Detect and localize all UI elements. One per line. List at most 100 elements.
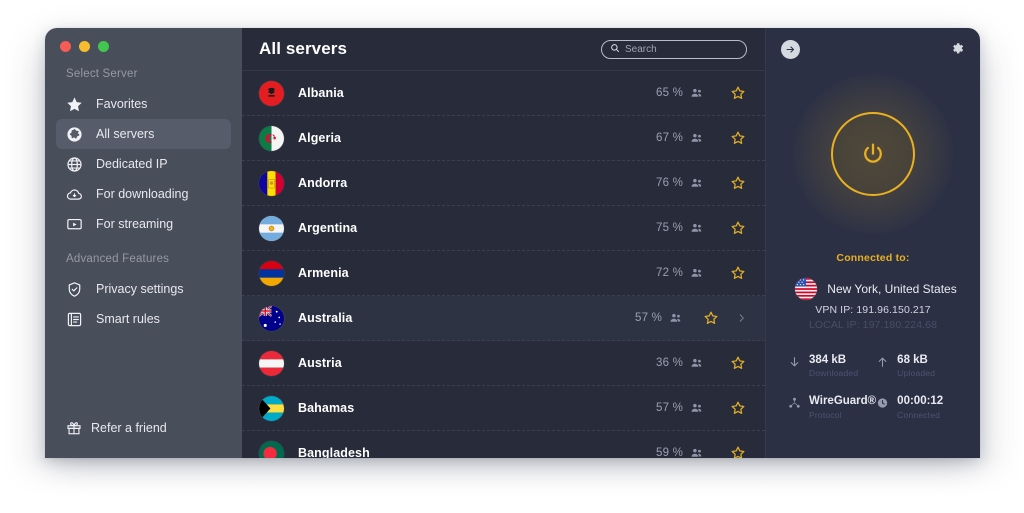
server-load-people-icon xyxy=(669,311,683,325)
table-row[interactable]: Algeria 67 % xyxy=(242,116,765,161)
stat-label: Downloaded xyxy=(809,368,859,379)
chevron-right-icon[interactable] xyxy=(737,311,746,325)
search-box[interactable] xyxy=(601,39,747,59)
sidebar-item-privacy-settings[interactable]: Privacy settings xyxy=(56,274,231,304)
main-header: All servers xyxy=(242,28,765,71)
stat-label: Uploaded xyxy=(897,368,936,379)
power-button-area xyxy=(793,74,953,234)
favorite-star-icon[interactable] xyxy=(730,400,746,416)
sidebar-caption-select-server: Select Server xyxy=(66,68,138,80)
sidebar-item-label: Dedicated IP xyxy=(96,157,168,171)
server-load-percent: 72 % xyxy=(655,267,683,279)
bangladesh-flag-icon xyxy=(259,440,284,458)
sidebar-caption-advanced-features: Advanced Features xyxy=(66,253,170,265)
austria-flag-icon xyxy=(259,350,284,376)
algeria-flag-icon xyxy=(259,125,284,151)
rules-icon xyxy=(66,311,83,328)
andorra-flag-icon xyxy=(259,170,284,196)
table-row[interactable]: Bangladesh 59 % xyxy=(242,431,765,458)
connection-stats: 384 kB Downloaded 68 kB Uploaded WireGua… xyxy=(766,353,980,420)
gift-icon xyxy=(66,420,82,436)
stat-value: WireGuard® xyxy=(809,395,877,408)
sidebar-item-dedicated-ip[interactable]: Dedicated IP xyxy=(56,149,231,179)
sidebar-item-all-servers[interactable]: All servers xyxy=(56,119,231,149)
server-country-name: Australia xyxy=(298,311,353,325)
cloud-download-icon xyxy=(66,186,83,203)
main-content: All servers Albania 65 % Algeria 67 % Andorr… xyxy=(242,28,765,458)
search-input[interactable] xyxy=(625,43,738,55)
protocol-icon xyxy=(788,396,801,410)
favorite-star-icon[interactable] xyxy=(730,445,746,458)
table-row[interactable]: Albania 65 % xyxy=(242,71,765,116)
vpn-ip-label: VPN IP: 191.96.150.217 xyxy=(815,304,931,316)
favorite-star-icon[interactable] xyxy=(730,220,746,236)
favorite-star-icon[interactable] xyxy=(730,85,746,101)
connection-panel: Connected to: New York, United States VP… xyxy=(765,28,980,458)
table-row[interactable]: Australia 57 % xyxy=(242,296,765,341)
server-country-name: Argentina xyxy=(298,221,358,235)
refer-a-friend-label: Refer a friend xyxy=(91,421,167,435)
close-window-button[interactable] xyxy=(60,41,71,52)
power-toggle-button[interactable] xyxy=(831,112,915,196)
maximize-window-button[interactable] xyxy=(98,41,109,52)
stat-connected-time: 00:00:12 Connected xyxy=(876,394,958,420)
armenia-flag-icon xyxy=(259,260,284,286)
server-load-people-icon xyxy=(690,176,704,190)
connected-to-label: Connected to: xyxy=(836,252,910,264)
table-row[interactable]: Argentina 75 % xyxy=(242,206,765,251)
favorite-star-icon[interactable] xyxy=(730,175,746,191)
stat-protocol: WireGuard® Protocol xyxy=(788,394,877,420)
power-icon xyxy=(864,143,882,163)
usa-flag-icon xyxy=(795,278,818,300)
arrow-down-icon xyxy=(788,355,801,369)
table-row[interactable]: Andorra 76 % xyxy=(242,161,765,206)
window-traffic-lights xyxy=(45,28,242,52)
table-row[interactable]: Austria 36 % xyxy=(242,341,765,386)
stat-value: 384 kB xyxy=(809,354,847,366)
server-load-percent: 57 % xyxy=(655,402,683,414)
gear-icon[interactable] xyxy=(949,41,965,57)
australia-flag-icon xyxy=(259,305,284,331)
server-country-name: Bangladesh xyxy=(298,446,370,458)
refer-a-friend-button[interactable]: Refer a friend xyxy=(45,420,242,458)
server-country-name: Austria xyxy=(298,356,342,370)
stat-label: Connected xyxy=(897,409,941,420)
search-icon xyxy=(610,40,620,58)
sidebar-item-favorites[interactable]: Favorites xyxy=(56,89,231,119)
clock-icon xyxy=(876,396,889,410)
table-row[interactable]: Armenia 72 % xyxy=(242,251,765,296)
arrow-right-icon[interactable] xyxy=(781,39,800,59)
sidebar-item-smart-rules[interactable]: Smart rules xyxy=(56,304,231,334)
server-list[interactable]: Albania 65 % Algeria 67 % Andorra 76 % Argenti… xyxy=(242,71,765,458)
app-window: Select Server Favorites All servers Dedi… xyxy=(45,28,980,458)
stat-label: Protocol xyxy=(809,409,842,420)
local-ip-label: LOCAL IP: 197.180.224.68 xyxy=(808,319,938,331)
stat-value: 68 kB xyxy=(897,354,928,366)
server-load-percent: 76 % xyxy=(655,177,683,189)
favorite-star-icon[interactable] xyxy=(730,130,746,146)
bottom-fade-overlay xyxy=(0,458,1024,513)
minimize-window-button[interactable] xyxy=(79,41,90,52)
argentina-flag-icon xyxy=(259,215,284,241)
favorite-star-icon[interactable] xyxy=(730,355,746,371)
shield-check-icon xyxy=(66,281,83,298)
server-load-percent: 57 % xyxy=(634,312,662,324)
sidebar-item-label: Privacy settings xyxy=(96,282,184,296)
server-load-percent: 65 % xyxy=(655,87,683,99)
table-row[interactable]: Bahamas 57 % xyxy=(242,386,765,431)
server-country-name: Armenia xyxy=(298,266,349,280)
favorite-star-icon[interactable] xyxy=(730,265,746,281)
dedicated-ip-icon xyxy=(66,156,83,173)
sidebar-item-for-streaming[interactable]: For streaming xyxy=(56,209,231,239)
sidebar-item-for-downloading[interactable]: For downloading xyxy=(56,179,231,209)
server-load-people-icon xyxy=(690,221,704,235)
sidebar-item-label: Smart rules xyxy=(96,312,160,326)
sidebar: Select Server Favorites All servers Dedi… xyxy=(45,28,242,458)
connected-location-label: New York, United States xyxy=(827,282,957,296)
stat-uploaded: 68 kB Uploaded xyxy=(876,353,958,378)
server-load-people-icon xyxy=(690,401,704,415)
favorite-star-icon[interactable] xyxy=(703,310,719,326)
server-country-name: Albania xyxy=(298,86,344,100)
bahamas-flag-icon xyxy=(259,395,284,421)
